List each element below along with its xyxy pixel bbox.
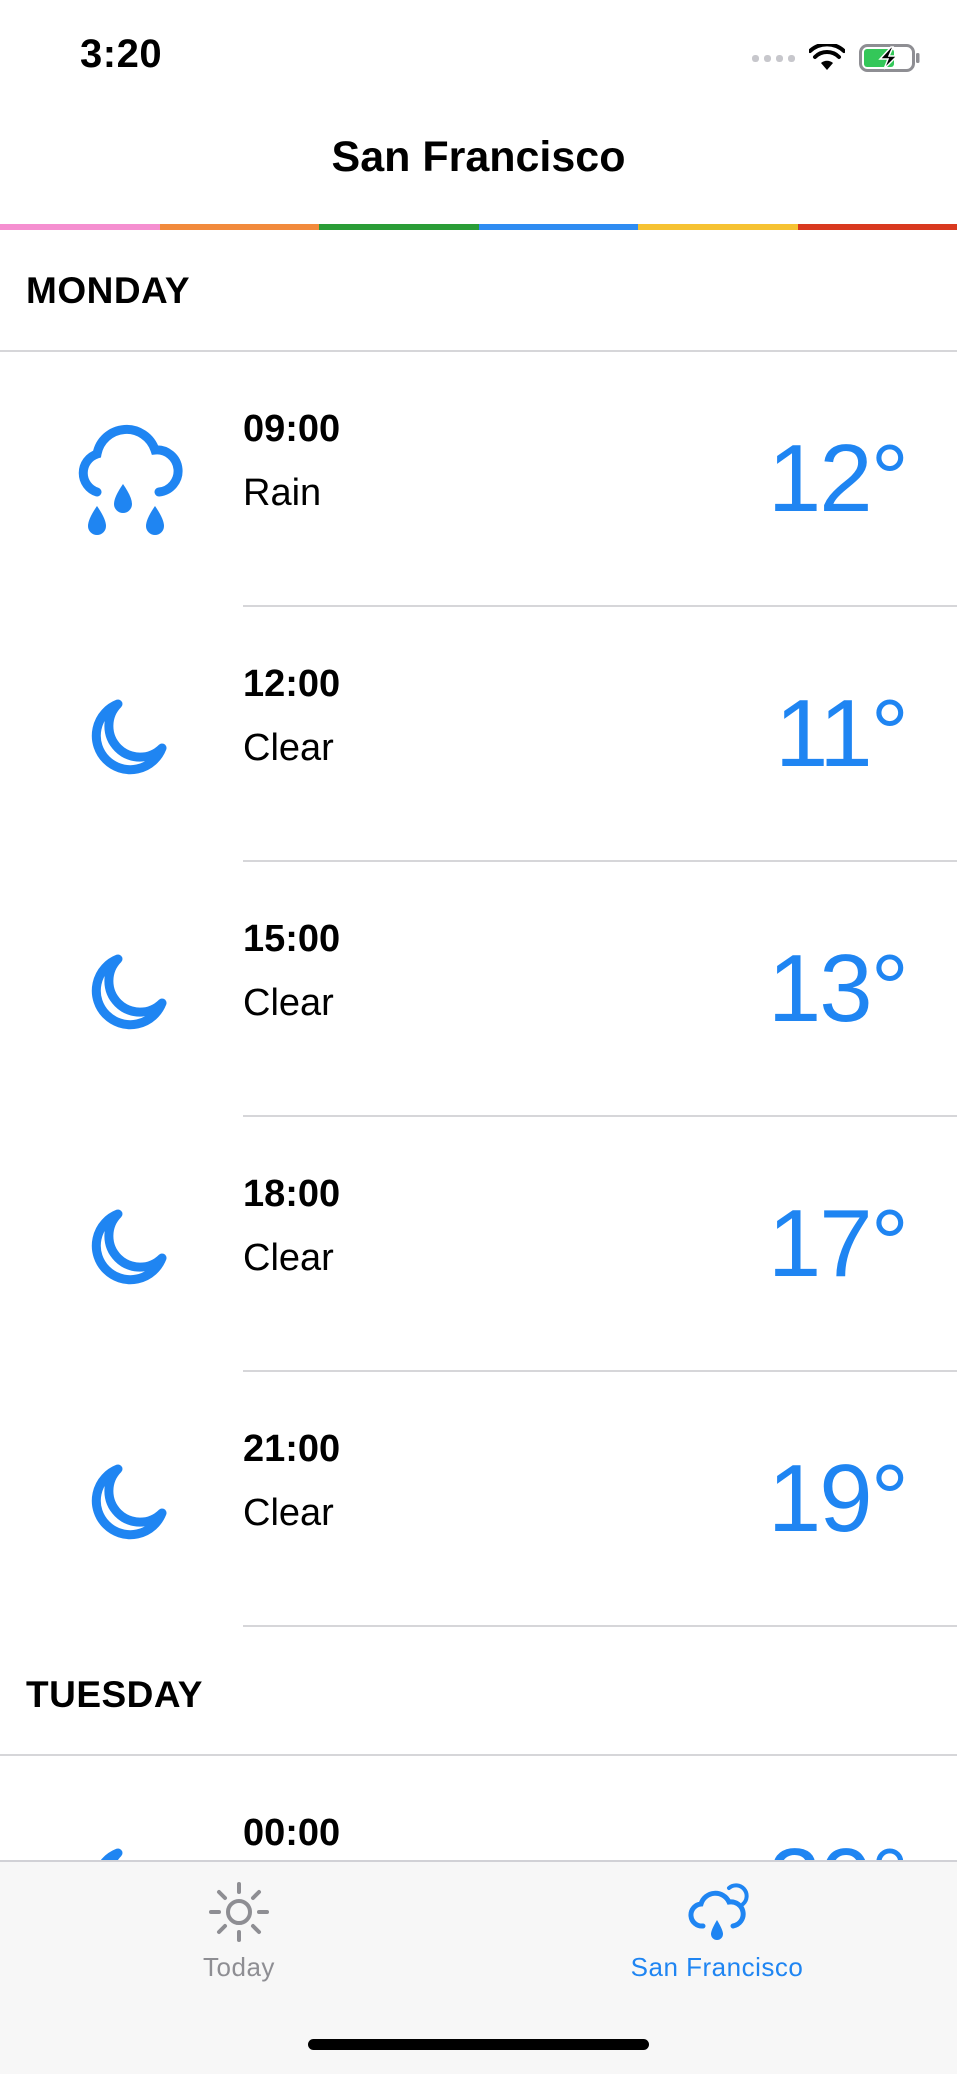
divider [243, 1625, 957, 1627]
forecast-temperature: 19° [768, 1444, 907, 1554]
status-icons [752, 40, 921, 76]
moon-icon [62, 932, 192, 1052]
rain-cloud-icon [62, 422, 192, 542]
forecast-row[interactable]: 12:00 Clear 11° [0, 607, 957, 862]
forecast-condition: Clear [243, 1492, 334, 1535]
forecast-row[interactable]: 15:00 Clear 13° [0, 862, 957, 1117]
forecast-condition: Clear [243, 1237, 334, 1280]
forecast-condition: Rain [243, 472, 321, 515]
tab-label: Today [89, 1952, 389, 1983]
navigation-bar: San Francisco [0, 110, 957, 225]
moon-icon [62, 1442, 192, 1562]
forecast-time: 09:00 [243, 408, 340, 451]
forecast-temperature: 12° [768, 424, 907, 534]
section-header-tuesday: TUESDAY [0, 1634, 957, 1756]
tab-today[interactable]: Today [89, 1880, 389, 1983]
tab-label: San Francisco [567, 1952, 867, 1983]
wifi-icon [809, 44, 845, 72]
home-indicator[interactable] [308, 2039, 649, 2050]
tab-san-francisco[interactable]: San Francisco [567, 1880, 867, 1983]
moon-icon [62, 1187, 192, 1307]
forecast-row[interactable]: 18:00 Clear 17° [0, 1117, 957, 1372]
cellular-signal-icon [752, 55, 795, 62]
forecast-temperature: 11° [775, 679, 907, 789]
forecast-time: 12:00 [243, 663, 340, 706]
status-bar: 3:20 [0, 0, 957, 110]
forecast-time: 15:00 [243, 918, 340, 961]
section-header-monday: MONDAY [0, 230, 957, 352]
forecast-time: 00:00 [243, 1812, 340, 1855]
battery-charging-icon [859, 43, 921, 73]
forecast-time: 21:00 [243, 1428, 340, 1471]
status-time: 3:20 [80, 32, 162, 77]
sun-icon [89, 1880, 389, 1944]
forecast-row[interactable]: 09:00 Rain 12° [0, 352, 957, 607]
forecast-condition: Clear [243, 727, 334, 770]
moon-icon [62, 677, 192, 797]
cloud-sun-rain-icon [567, 1880, 867, 1944]
forecast-temperature: 17° [768, 1189, 907, 1299]
forecast-row[interactable]: 21:00 Clear 19° [0, 1372, 957, 1627]
page-title: San Francisco [332, 133, 626, 182]
section-day-label: TUESDAY [26, 1674, 203, 1716]
forecast-temperature: 13° [768, 934, 907, 1044]
section-day-label: MONDAY [26, 270, 190, 312]
forecast-time: 18:00 [243, 1173, 340, 1216]
forecast-condition: Clear [243, 982, 334, 1025]
